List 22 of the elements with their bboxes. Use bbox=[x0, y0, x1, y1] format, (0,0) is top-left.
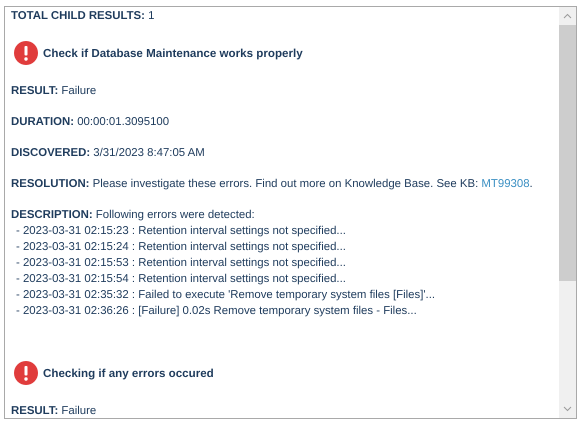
error-line: - 2023-03-31 02:15:23 : Retention interval settings not specified... bbox=[16, 224, 347, 239]
error-line: - 2023-03-31 02:15:54 : Retention interval settings not specified... bbox=[16, 272, 347, 287]
scrollbar[interactable] bbox=[559, 7, 576, 418]
check-title: Check if Database Maintenance works properly bbox=[43, 46, 303, 60]
scroll-up-icon[interactable] bbox=[563, 13, 572, 19]
error-line: - 2023-03-31 02:36:26 : [Failure] 0.02s Remove temporary system files - Files... bbox=[16, 304, 418, 319]
error-line: - 2023-03-31 02:15:53 : Retention interval settings not specified... bbox=[16, 256, 347, 271]
total-child-results: TOTAL CHILD RESULTS: 1 bbox=[11, 9, 156, 24]
field-text: DURATION: 00:00:01.3095100 bbox=[11, 115, 170, 130]
kb-link[interactable]: MT99308 bbox=[481, 178, 530, 190]
field-text: DISCOVERED: 3/31/2023 8:47:05 AM bbox=[11, 146, 206, 161]
field-text: RESULT: Failure bbox=[11, 84, 98, 99]
scrollbar-thumb[interactable] bbox=[559, 25, 576, 281]
error-icon bbox=[14, 361, 38, 385]
error-icon bbox=[14, 41, 38, 65]
scroll-down-icon[interactable] bbox=[563, 406, 572, 412]
check-title: Checking if any errors occured bbox=[43, 366, 214, 380]
field-text: RESOLUTION: Please investigate these errors. Find out more on Knowledge Base. See KB: MT99308. bbox=[11, 177, 534, 192]
error-line: - 2023-03-31 02:15:24 : Retention interval settings not specified... bbox=[16, 240, 347, 255]
error-line: - 2023-03-31 02:35:32 : Failed to execute 'Remove temporary system files [Files]'... bbox=[16, 288, 436, 303]
field-text: DESCRIPTION: Following errors were detected: bbox=[11, 208, 256, 223]
field-text: RESULT: Failure bbox=[11, 404, 98, 418]
